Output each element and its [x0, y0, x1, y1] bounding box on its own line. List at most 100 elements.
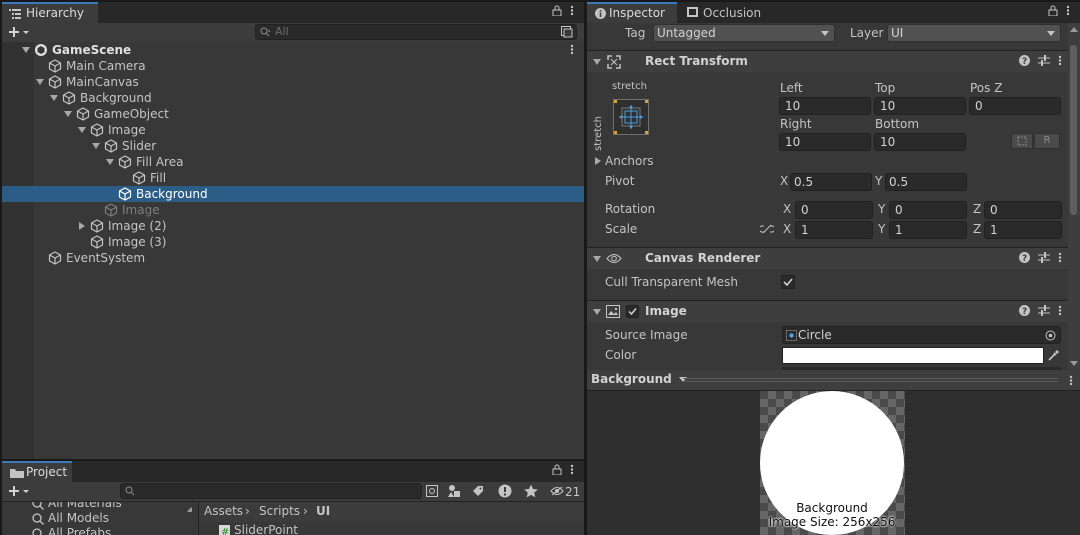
right-field[interactable]: 10	[779, 133, 871, 151]
hierarchy-row[interactable]: Main Camera	[2, 58, 584, 74]
foldout-arrow-icon[interactable]	[593, 309, 601, 315]
hierarchy-row[interactable]: Fill	[2, 170, 584, 186]
help-icon[interactable]: ?	[1019, 252, 1030, 263]
eyedropper-icon[interactable]	[1047, 349, 1060, 362]
preview-drag-handle[interactable]	[683, 378, 1058, 382]
foldout-expanded-icon[interactable]	[36, 78, 44, 86]
rect-transform-header[interactable]: Rect Transform ?	[587, 50, 1068, 72]
hierarchy-row[interactable]: Image	[2, 122, 584, 138]
breadcrumb-ui[interactable]: UI	[316, 504, 330, 518]
presets-sliders-icon[interactable]	[1038, 55, 1050, 66]
rotation-x-field[interactable]: 0	[795, 201, 873, 219]
canvas-renderer-header[interactable]: Canvas Renderer ?	[587, 247, 1068, 269]
lock-icon[interactable]	[552, 5, 562, 16]
foldout-expanded-icon[interactable]	[50, 94, 58, 102]
favorite-star-icon[interactable]	[524, 484, 538, 498]
hierarchy-row[interactable]: EventSystem	[2, 250, 584, 266]
foldout-collapsed-icon[interactable]	[78, 222, 86, 230]
scroll-up-arrow[interactable]	[187, 506, 192, 512]
scale-z-field[interactable]: 1	[984, 221, 1062, 239]
help-icon[interactable]: ?	[1019, 55, 1030, 66]
create-plus-button[interactable]	[8, 26, 30, 38]
scroll-up-arrow[interactable]	[1070, 27, 1078, 32]
hierarchy-row[interactable]: GameScene	[2, 42, 584, 58]
favorite-item[interactable]: All Models	[32, 511, 109, 525]
search-by-type-icon[interactable]	[426, 485, 438, 497]
panel-menu-icon[interactable]	[570, 5, 574, 16]
anchors-foldout-icon[interactable]	[595, 157, 601, 165]
anchors-label[interactable]: Anchors	[605, 154, 654, 168]
breadcrumb-scripts[interactable]: Scripts	[259, 504, 300, 518]
component-menu-icon[interactable]	[1058, 55, 1062, 66]
help-icon[interactable]: ?	[1019, 305, 1030, 316]
tab-project[interactable]: Project	[2, 461, 72, 482]
foldout-expanded-icon[interactable]	[22, 46, 30, 54]
scrollbar-thumb[interactable]	[1070, 45, 1077, 215]
hierarchy-row[interactable]: Slider	[2, 138, 584, 154]
presets-sliders-icon[interactable]	[1038, 252, 1050, 263]
filter-by-label-icon[interactable]	[472, 485, 484, 497]
top-field[interactable]: 10	[874, 97, 966, 115]
foldout-expanded-icon[interactable]	[64, 110, 72, 118]
anchor-presets-button[interactable]	[613, 99, 649, 135]
hidden-packages-icon[interactable]	[550, 486, 564, 496]
hierarchy-row[interactable]: Image (2)	[2, 218, 584, 234]
tag-dropdown[interactable]: Untagged	[653, 24, 835, 42]
hierarchy-row[interactable]: MainCanvas	[2, 74, 584, 90]
foldout-arrow-icon[interactable]	[593, 59, 601, 65]
rotation-y-field[interactable]: 0	[889, 201, 967, 219]
panel-menu-icon[interactable]	[1069, 375, 1073, 386]
object-picker-icon[interactable]	[1045, 330, 1056, 341]
lock-icon[interactable]	[1048, 5, 1058, 16]
layer-dropdown[interactable]: UI	[887, 24, 1061, 42]
cull-transparent-mesh-checkbox[interactable]	[781, 275, 795, 289]
rotation-z-field[interactable]: 0	[984, 201, 1062, 219]
bottom-field[interactable]: 10	[874, 133, 966, 151]
scale-x-field[interactable]: 1	[795, 221, 873, 239]
scale-y-field[interactable]: 1	[889, 221, 967, 239]
foldout-expanded-icon[interactable]	[92, 142, 100, 150]
presets-sliders-icon[interactable]	[1038, 305, 1050, 316]
pivot-y-field[interactable]: 0.5	[885, 173, 967, 191]
log-warning-icon[interactable]	[498, 484, 512, 498]
scene-menu-icon[interactable]	[570, 44, 574, 55]
scroll-down-arrow[interactable]	[1070, 361, 1078, 366]
favorite-item[interactable]: All Materials	[32, 502, 122, 510]
color-swatch-field[interactable]	[782, 347, 1044, 364]
left-field[interactable]: 10	[779, 97, 871, 115]
posz-field[interactable]: 0	[969, 97, 1061, 115]
hierarchy-row[interactable]: GameObject	[2, 106, 584, 122]
hierarchy-row[interactable]: Background	[2, 90, 584, 106]
blueprint-mode-button[interactable]	[1011, 133, 1033, 149]
preview-object-dropdown[interactable]: Background	[591, 372, 687, 388]
favorite-item[interactable]: All Prefabs	[32, 526, 111, 535]
panel-menu-icon[interactable]	[1066, 5, 1070, 16]
constrain-proportions-link-icon[interactable]	[760, 224, 774, 234]
hierarchy-row[interactable]: Image (3)	[2, 234, 584, 250]
image-component-header[interactable]: Image ?	[587, 300, 1068, 322]
component-menu-icon[interactable]	[1058, 252, 1062, 263]
source-image-field[interactable]: Circle	[782, 326, 1061, 344]
inspector-scrollbar[interactable]	[1068, 23, 1080, 370]
foldout-arrow-icon[interactable]	[593, 256, 601, 262]
panel-menu-icon[interactable]	[570, 464, 574, 475]
raw-edit-button[interactable]: R	[1034, 133, 1060, 149]
component-menu-icon[interactable]	[1058, 305, 1062, 316]
tab-hierarchy[interactable]: Hierarchy	[2, 2, 98, 23]
hierarchy-row[interactable]: Image	[2, 202, 584, 218]
hierarchy-row[interactable]: Fill Area	[2, 154, 584, 170]
breadcrumb-assets[interactable]: Assets	[204, 504, 243, 518]
foldout-expanded-icon[interactable]	[78, 126, 86, 134]
foldout-expanded-icon[interactable]	[106, 158, 114, 166]
image-enabled-checkbox[interactable]	[626, 305, 639, 318]
tab-occlusion[interactable]: Occlusion	[679, 2, 769, 23]
pivot-x-field[interactable]: 0.5	[790, 173, 872, 191]
tab-inspector[interactable]: Inspector	[587, 2, 677, 23]
scene-visibility-icon[interactable]	[561, 26, 573, 38]
hierarchy-row[interactable]: Background	[2, 186, 584, 202]
create-plus-button[interactable]	[8, 485, 30, 497]
lock-icon[interactable]	[552, 464, 562, 475]
filter-by-type-icon[interactable]	[448, 485, 460, 497]
project-search-input[interactable]	[120, 483, 422, 499]
hierarchy-search-input[interactable]: All	[255, 24, 577, 40]
